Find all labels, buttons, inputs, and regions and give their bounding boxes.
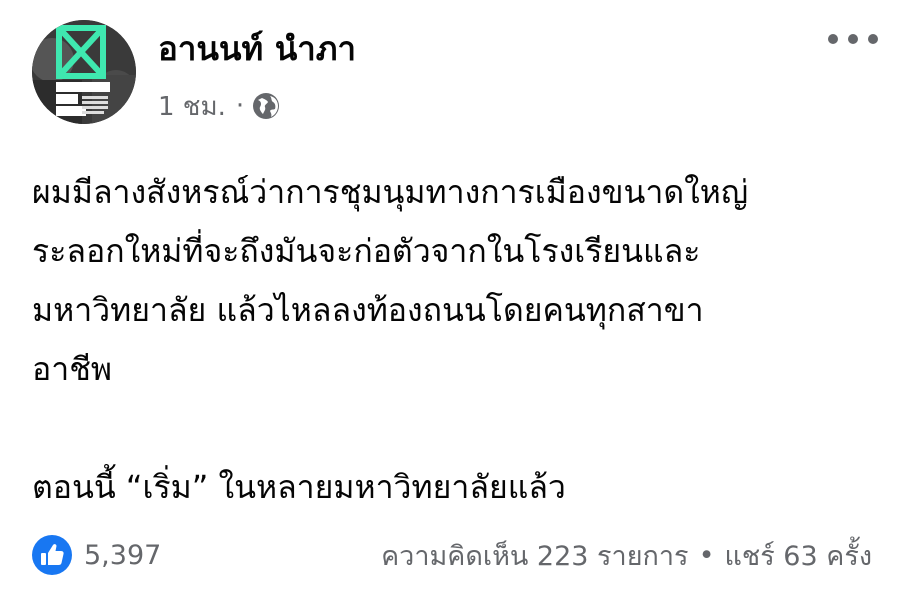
post-footer: 5,397 ความคิดเห็น 223 รายการ • แชร์ 63 ค… (32, 530, 872, 580)
more-dot-icon (868, 34, 878, 44)
more-dot-icon (848, 34, 858, 44)
post-time[interactable]: 1 ชม. (158, 86, 226, 127)
engagement-stats: ความคิดเห็น 223 รายการ • แชร์ 63 ครั้ง (381, 534, 872, 577)
post-card: อานนท์ นำภา 1 ชม. · ผมมีลางสังหรณ์ว่าการ… (0, 0, 904, 603)
author-name[interactable]: อานนท์ นำภา (158, 22, 356, 75)
reactions-summary[interactable]: 5,397 (32, 535, 161, 575)
post-meta: 1 ชม. · (158, 88, 280, 124)
stats-separator: • (698, 539, 715, 571)
more-dot-icon (828, 34, 838, 44)
shares-count-link[interactable]: แชร์ 63 ครั้ง (725, 534, 873, 577)
meta-separator: · (235, 91, 245, 121)
post-body: ผมมีลางสังหรณ์ว่าการชุมนุมทางการเมืองขนา… (32, 163, 872, 517)
post-paragraph: ตอนนี้ “เริ่ม” ในหลายมหาวิทยาลัยแล้ว (32, 468, 566, 506)
reaction-count: 5,397 (84, 539, 162, 571)
post-paragraph: ผมมีลางสังหรณ์ว่าการชุมนุมทางการเมืองขนา… (32, 173, 749, 388)
like-icon (32, 535, 72, 575)
avatar-image (32, 20, 136, 124)
avatar[interactable] (32, 20, 136, 124)
more-options-button[interactable] (828, 24, 878, 54)
comments-count-link[interactable]: ความคิดเห็น 223 รายการ (381, 534, 688, 577)
globe-icon[interactable] (252, 92, 280, 120)
